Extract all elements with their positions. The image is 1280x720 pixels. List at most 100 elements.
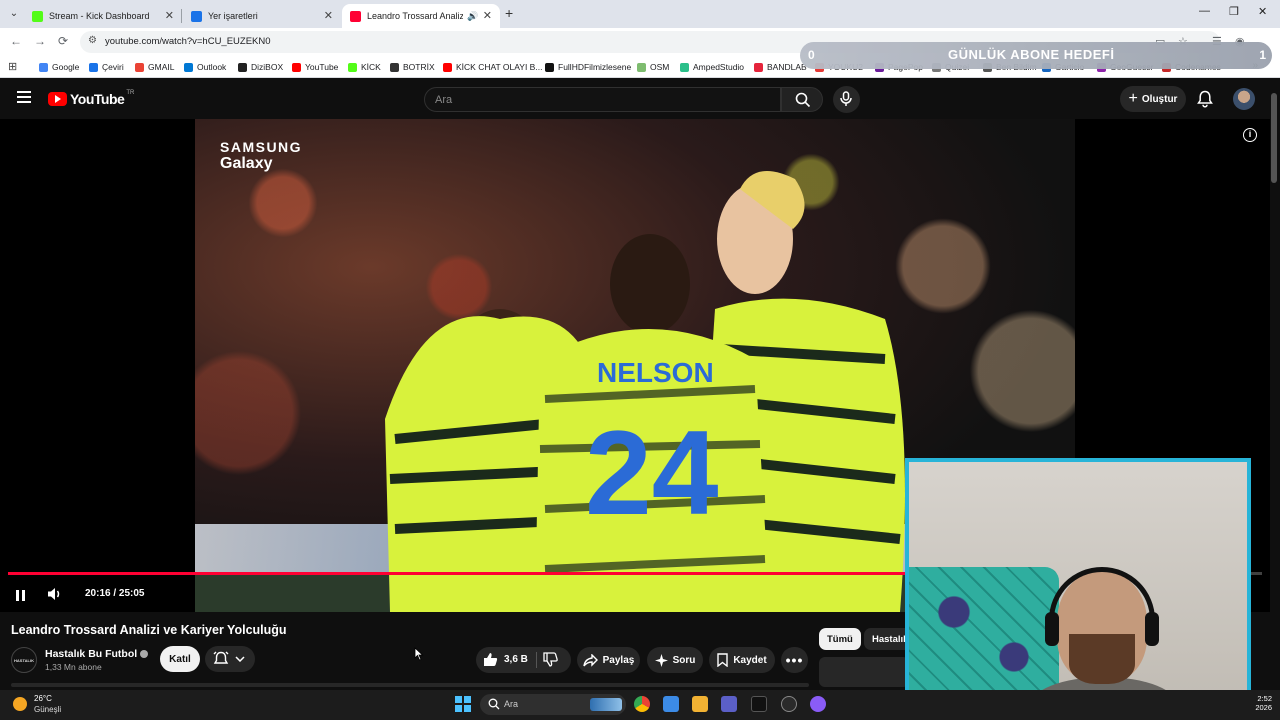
chip-all[interactable]: Tümü <box>819 628 861 650</box>
close-tab-icon[interactable]: ✕ <box>165 9 174 22</box>
dislike-button[interactable] <box>543 652 558 672</box>
volume-icon[interactable] <box>47 587 63 606</box>
steam-taskbar-icon[interactable] <box>781 696 797 712</box>
bookmark-item[interactable]: BANDLAB <box>754 62 807 72</box>
share-icon <box>582 653 598 667</box>
taskbar-search-placeholder: Ara <box>504 699 519 709</box>
weather-description[interactable]: Güneşli <box>34 705 61 714</box>
bookmark-favicon-icon <box>390 62 399 72</box>
tab-youtube-video[interactable]: Leandro Trossard Analizi ve 🔊 ✕ <box>342 4 500 28</box>
mail-taskbar-icon[interactable] <box>663 696 679 712</box>
youtube-logo[interactable]: YouTube TR <box>48 90 134 107</box>
search-button[interactable] <box>781 87 823 112</box>
notification-settings-button[interactable] <box>205 646 255 672</box>
url-text[interactable]: youtube.com/watch?v=hCU_EUZEKN0 <box>105 36 271 47</box>
subscriber-count: 1,33 Mn abone <box>45 662 102 672</box>
bookmark-favicon-icon <box>443 62 452 72</box>
notifications-bell-icon[interactable] <box>1197 90 1213 113</box>
tab-bookmarks[interactable]: Yer işaretleri ✕ <box>183 4 341 28</box>
clock-time: 2:52 <box>1257 694 1272 703</box>
bookmark-item[interactable]: OSM <box>637 62 669 72</box>
sponsor-line-1: SAMSUNG <box>220 139 303 155</box>
more-actions-button[interactable]: ••• <box>781 647 808 673</box>
bookmark-favicon-icon <box>184 62 193 72</box>
account-avatar[interactable] <box>1233 88 1255 110</box>
verified-check-icon <box>140 650 149 659</box>
bookmark-favicon-icon <box>292 62 301 72</box>
share-button[interactable]: Paylaş <box>577 647 640 673</box>
svg-text:24: 24 <box>585 406 719 540</box>
bookmark-favicon-icon <box>135 62 144 72</box>
restore-button[interactable]: ❐ <box>1229 5 1239 18</box>
bookmark-item[interactable]: Çeviri <box>89 62 124 72</box>
thumbs-down-icon <box>543 652 558 667</box>
mouse-cursor <box>414 647 424 666</box>
weather-temperature[interactable]: 26°C <box>34 694 52 703</box>
description-box[interactable] <box>11 683 809 687</box>
bookmark-item[interactable]: KİCK CHAT OLAYI B... <box>443 62 542 72</box>
info-icon[interactable]: i <box>1243 128 1257 142</box>
like-button[interactable]: 3,6 B <box>483 652 528 667</box>
pause-icon[interactable] <box>16 588 28 601</box>
join-button[interactable]: Katıl <box>160 646 200 672</box>
minimize-button[interactable]: — <box>1199 5 1210 17</box>
close-window-button[interactable]: ✕ <box>1258 5 1267 18</box>
bookmark-item[interactable]: GMAIL <box>135 62 174 72</box>
chrome-taskbar-icon[interactable] <box>634 696 650 712</box>
bookmark-favicon-icon <box>238 62 247 72</box>
site-info-icon[interactable]: ⚙ <box>88 35 97 46</box>
current-time: 20:16 <box>85 588 111 599</box>
audio-playing-icon[interactable]: 🔊 <box>467 11 478 22</box>
weather-sun-icon[interactable] <box>13 697 27 711</box>
menu-hamburger-icon[interactable] <box>17 91 31 103</box>
teams-taskbar-icon[interactable] <box>721 696 737 712</box>
forward-button[interactable]: → <box>34 34 46 48</box>
bookmark-label: YouTube <box>305 62 339 72</box>
channel-avatar[interactable]: HASTALIK <box>11 647 37 673</box>
star-favicon-icon <box>191 10 202 22</box>
reload-button[interactable]: ⟳ <box>58 34 68 48</box>
search-icon <box>488 698 500 710</box>
bookmark-item[interactable]: AmpedStudio <box>680 62 744 72</box>
back-button[interactable]: ← <box>10 34 22 48</box>
bookmark-favicon-icon <box>680 62 689 72</box>
app-taskbar-icon[interactable] <box>810 696 826 712</box>
new-tab-button[interactable]: + <box>505 5 513 21</box>
windows-taskbar: 26°C Güneşli Ara 2:52 2026 <box>0 690 1280 720</box>
tab-kick-dashboard[interactable]: Stream - Kick Dashboard ✕ <box>24 4 182 28</box>
voice-search-button[interactable] <box>833 86 860 113</box>
tab-search-button[interactable]: ⌄ <box>6 6 22 22</box>
chevron-down-icon <box>235 656 245 662</box>
tab-title: Leandro Trossard Analizi ve <box>367 11 463 21</box>
bookmark-item[interactable]: Google <box>39 62 79 72</box>
bookmark-item[interactable]: YouTube <box>292 62 338 72</box>
ask-button[interactable]: Soru <box>647 647 703 673</box>
epic-games-taskbar-icon[interactable] <box>751 696 767 712</box>
page-scrollbar[interactable] <box>1271 93 1277 183</box>
bookmark-save-icon <box>717 653 729 667</box>
bookmark-item[interactable]: DiziBOX <box>238 62 283 72</box>
close-tab-icon[interactable]: ✕ <box>483 9 492 22</box>
bookmark-item[interactable]: Outlook <box>184 62 226 72</box>
close-tab-icon[interactable]: ✕ <box>324 9 333 22</box>
system-clock[interactable]: 2:52 2026 <box>1252 694 1272 712</box>
search-box <box>424 87 781 112</box>
search-input[interactable] <box>435 92 765 108</box>
subscriber-goal-overlay: 0 GÜNLÜK ABONE HEDEFİ 1 <box>800 42 1272 69</box>
windows-start-icon[interactable] <box>455 696 471 712</box>
goal-title: GÜNLÜK ABONE HEDEFİ <box>948 47 1115 62</box>
taskbar-search[interactable]: Ara <box>480 694 626 715</box>
kick-favicon-icon <box>32 10 43 22</box>
create-button[interactable]: + Oluştur <box>1120 86 1186 112</box>
related-video-card[interactable] <box>819 657 909 687</box>
bookmark-item[interactable]: KİCK <box>348 62 381 72</box>
apps-grid-icon[interactable]: ⊞ <box>8 60 17 73</box>
youtube-play-icon <box>48 92 67 106</box>
channel-name[interactable]: Hastalık Bu Futbol <box>45 648 149 660</box>
bookmark-item[interactable]: FullHDFilmizlesene <box>545 62 631 72</box>
save-button[interactable]: Kaydet <box>709 647 775 673</box>
duration: 25:05 <box>118 588 145 599</box>
bookmark-item[interactable]: BOTRİX <box>390 62 435 72</box>
goal-target: 1 <box>1259 48 1266 62</box>
file-explorer-taskbar-icon[interactable] <box>692 696 708 712</box>
